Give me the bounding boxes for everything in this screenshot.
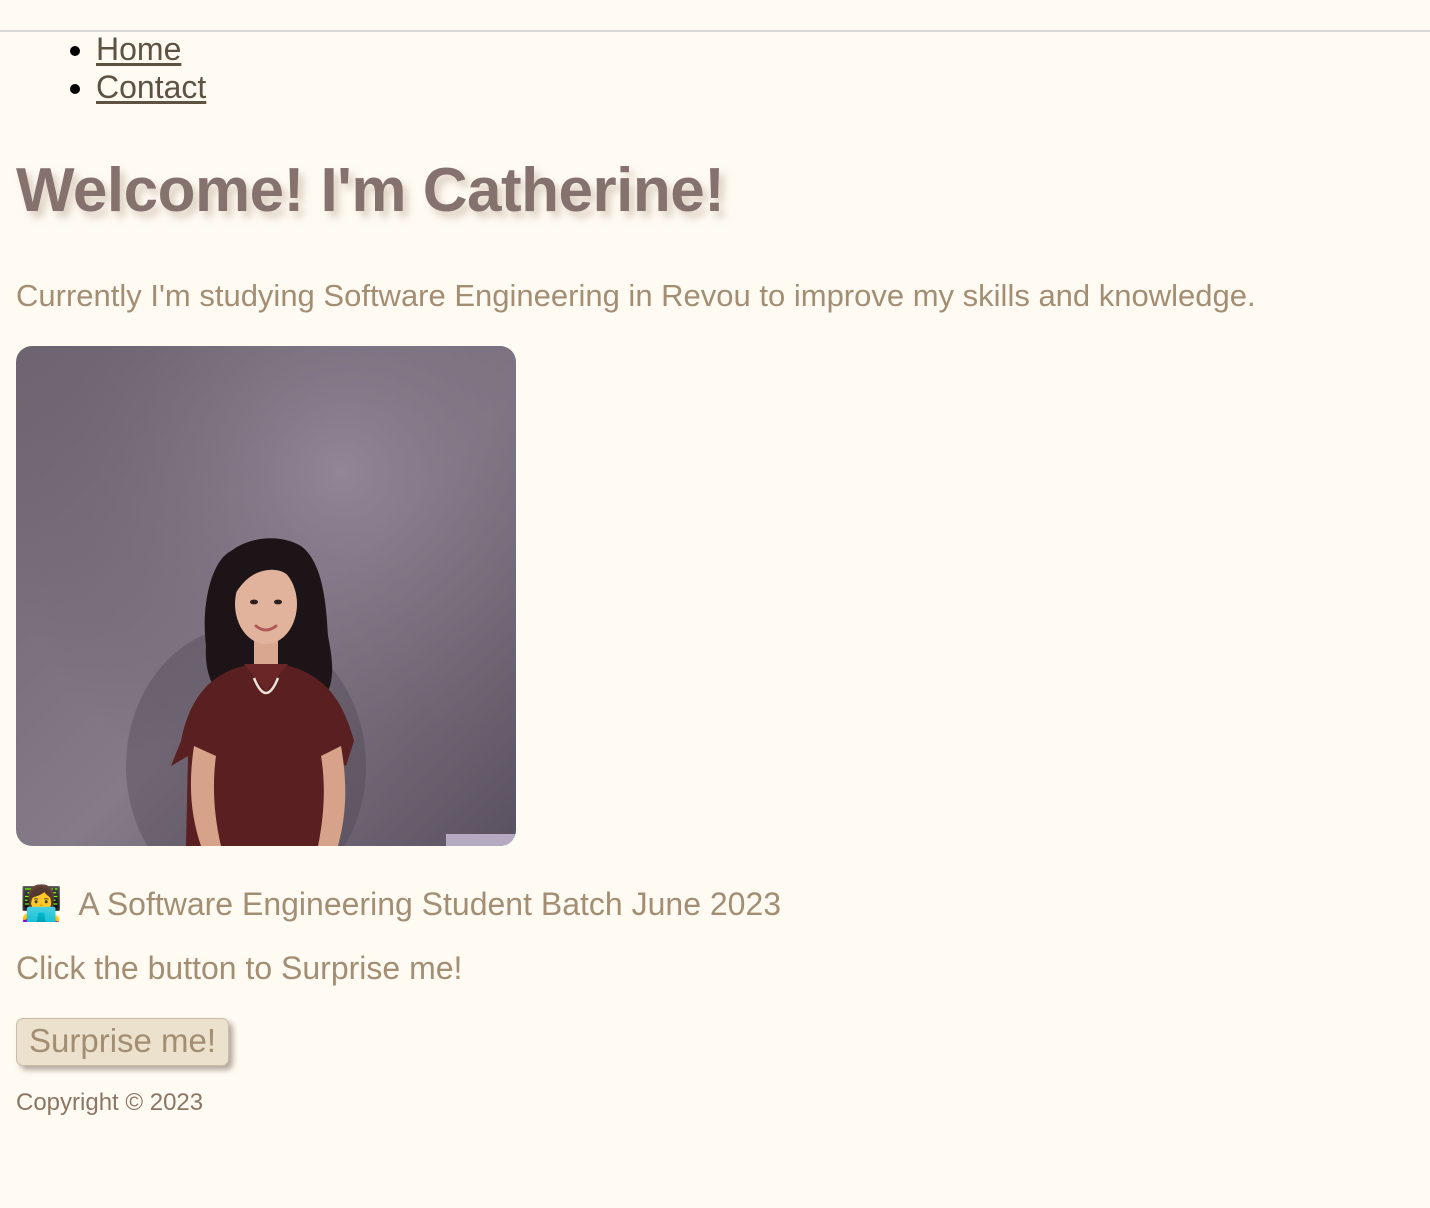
page-content: Home Contact Welcome! I'm Catherine! Cur…	[0, 30, 1430, 1118]
main-nav: Home Contact	[16, 30, 1414, 106]
contact-link[interactable]: Contact	[96, 69, 206, 105]
window-top-border	[0, 30, 1430, 32]
intro-paragraph: Currently I'm studying Software Engineer…	[16, 278, 1256, 313]
batch-line: 👩‍💻 A Software Engineering Student Batch…	[16, 884, 1414, 924]
batch-text: A Software Engineering Student Batch Jun…	[78, 886, 782, 922]
nav-list: Home Contact	[16, 30, 1414, 106]
surprise-button[interactable]: Surprise me!	[16, 1018, 230, 1066]
copyright-text: Copyright © 2023	[16, 1089, 204, 1116]
nav-item-home: Home	[96, 30, 1414, 68]
developer-icon: 👩‍💻	[20, 885, 63, 923]
profile-photo	[16, 346, 516, 846]
home-link[interactable]: Home	[96, 31, 181, 67]
nav-item-contact: Contact	[96, 68, 1414, 106]
page-title: Welcome! I'm Catherine!	[16, 156, 725, 225]
footer: Copyright © 2023	[16, 1088, 1414, 1118]
surprise-prompt: Click the button to Surprise me!	[16, 950, 463, 986]
